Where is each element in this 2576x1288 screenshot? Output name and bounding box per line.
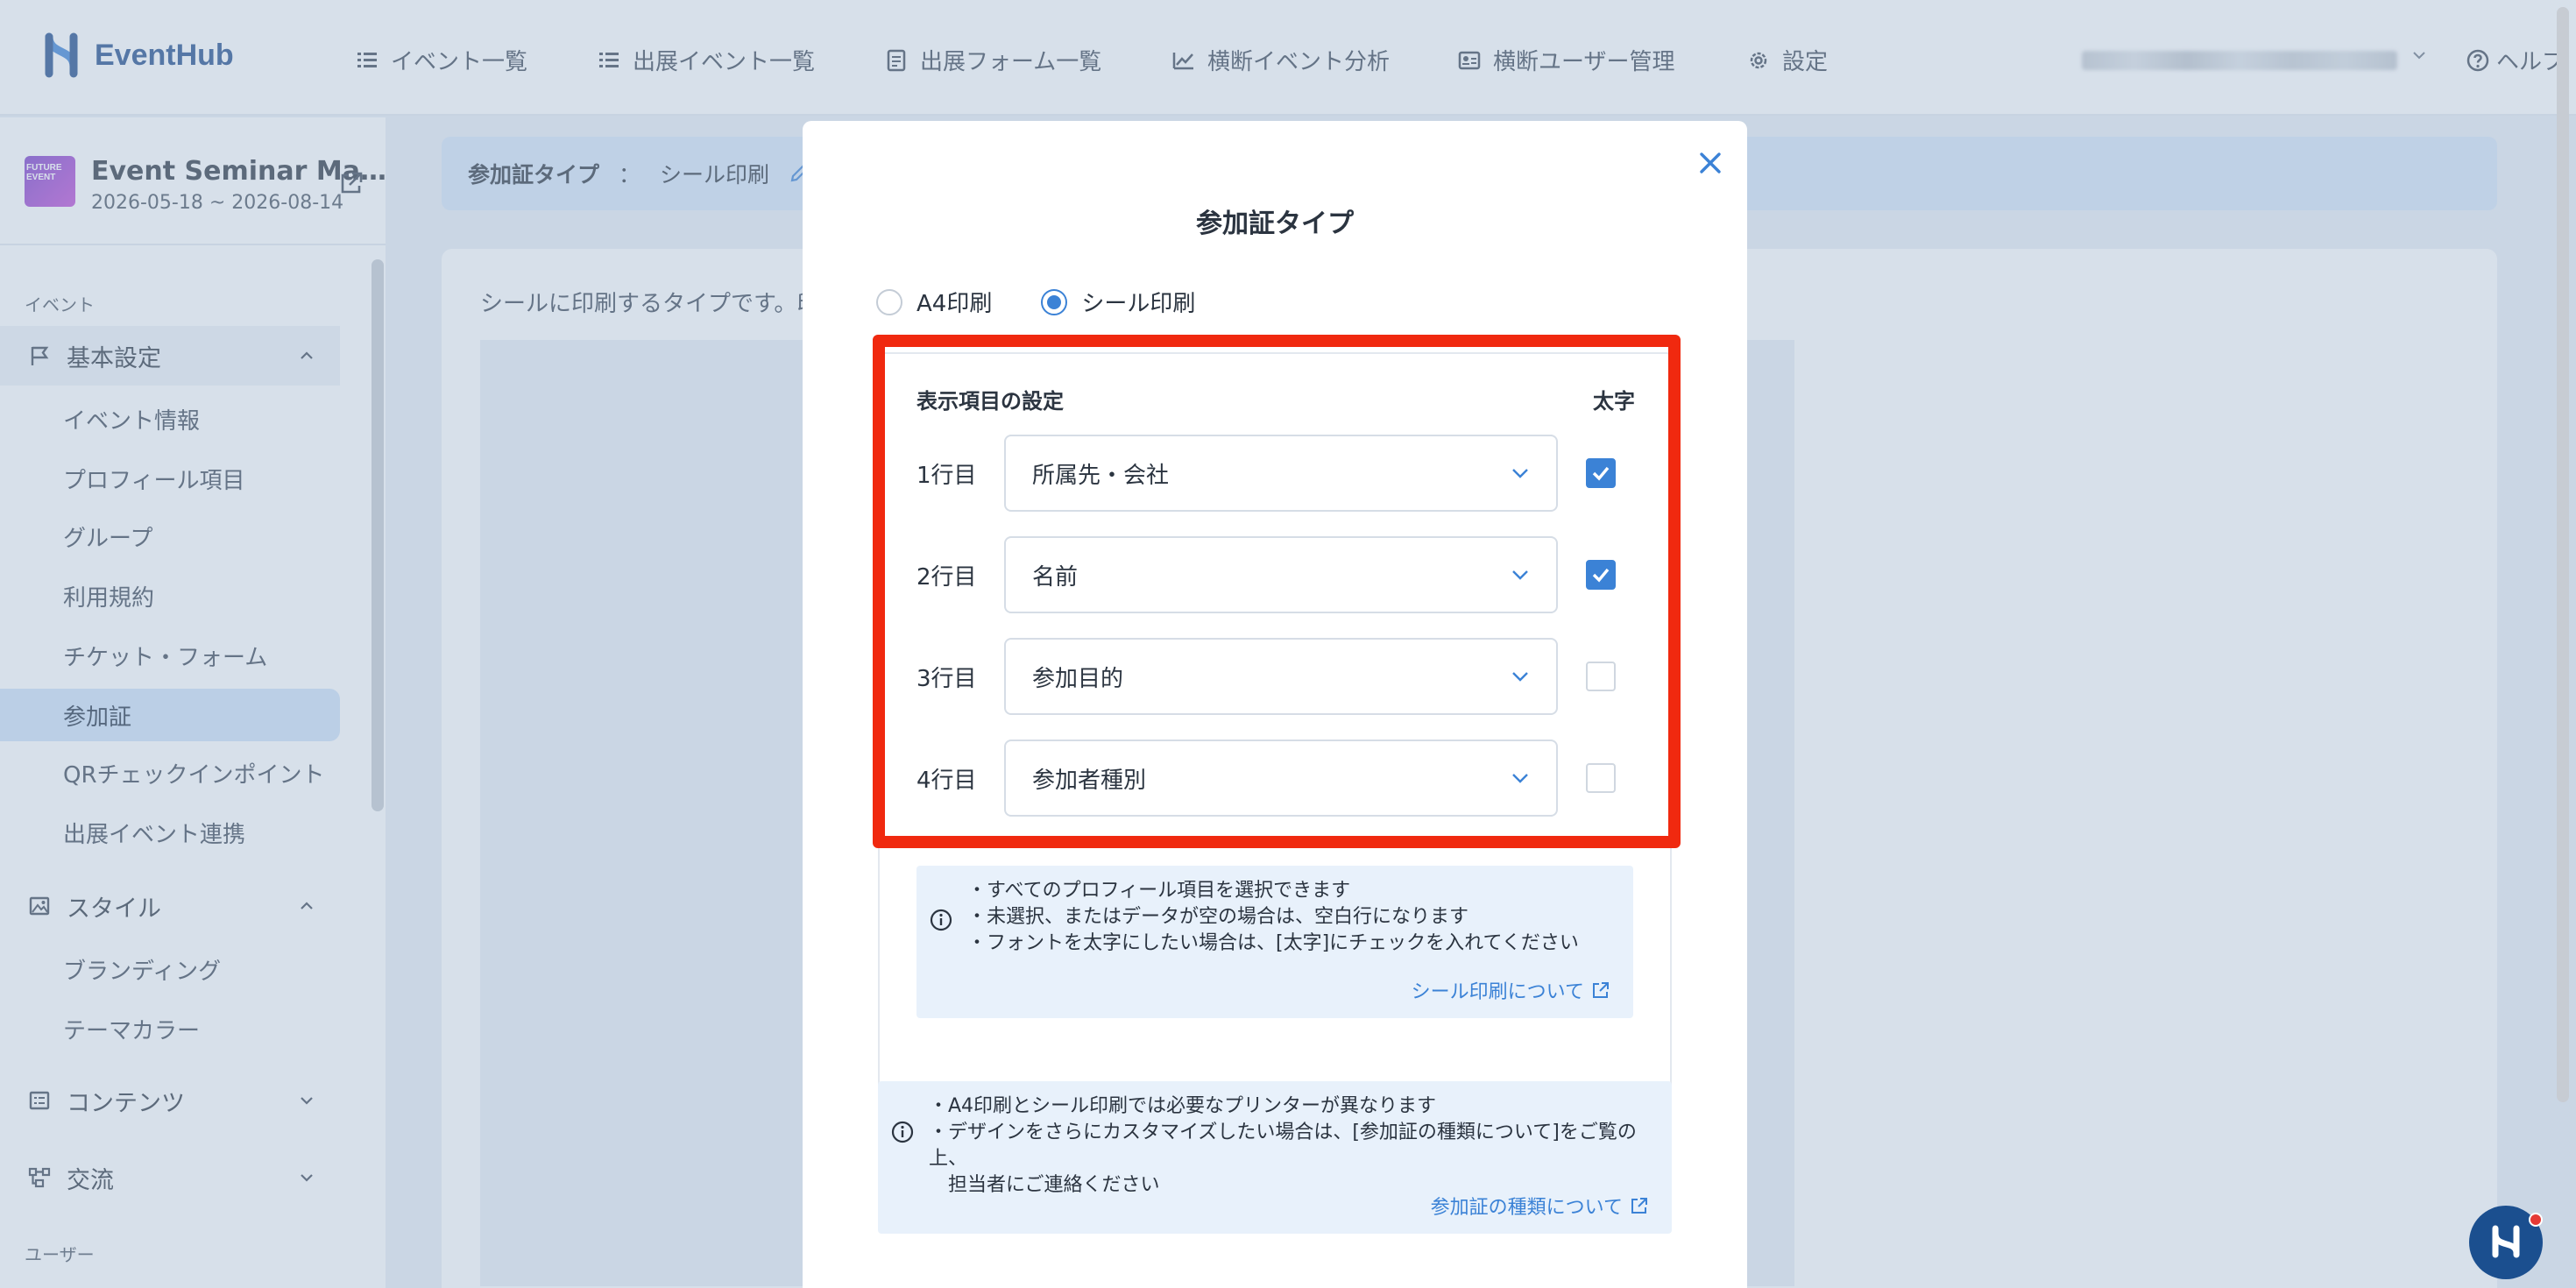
link-label: 参加証の種類について — [1430, 1197, 1623, 1219]
radio-label: シール印刷 — [1081, 291, 1196, 317]
notification-dot — [2529, 1213, 2543, 1227]
external-link-icon — [1593, 982, 1609, 998]
info-line: ・すべてのプロフィール項目を選択できます — [967, 880, 1351, 902]
link-label: シール印刷について — [1411, 981, 1584, 1003]
page-scrollbar[interactable] — [2557, 7, 2569, 1102]
seal-print-help-link[interactable]: シール印刷について — [1412, 976, 1610, 1004]
info-line: ・未選択、またはデータが空の場合は、空白行になります — [967, 906, 1469, 928]
note-line: ・A4印刷とシール印刷では必要なプリンターが異なります — [929, 1095, 1437, 1117]
red-highlight-box — [873, 335, 1681, 848]
radio-a4-print[interactable]: A4印刷 — [876, 286, 992, 318]
info-line: ・フォントを太字にしたい場合は、[太字]にチェックを入れてください — [967, 932, 1579, 954]
seal-print-info-text: ・すべてのプロフィール項目を選択できます ・未選択、またはデータが空の場合は、空… — [967, 878, 1579, 957]
radio-seal-print[interactable]: シール印刷 — [1041, 286, 1195, 318]
print-type-radio-group: A4印刷 シール印刷 — [876, 286, 1195, 318]
radio-circle[interactable] — [876, 288, 902, 315]
close-icon[interactable] — [1693, 145, 1728, 180]
radio-label: A4印刷 — [916, 291, 993, 317]
badge-kinds-help-link[interactable]: 参加証の種類について — [1431, 1192, 1649, 1220]
info-icon — [891, 1121, 914, 1143]
seal-print-info-box: ・すべてのプロフィール項目を選択できます ・未選択、またはデータが空の場合は、空… — [916, 866, 1633, 1018]
note-line: ・デザインをさらにカスタマイズしたい場合は、[参加証の種類について]をご覧の上、 — [929, 1122, 1637, 1170]
modal-title: 参加証タイプ — [1196, 209, 1354, 239]
badge-type-note-text: ・A4印刷とシール印刷では必要なプリンターが異なります ・デザインをさらにカスタ… — [929, 1093, 1672, 1199]
badge-type-note-box: ・A4印刷とシール印刷では必要なプリンターが異なります ・デザインをさらにカスタ… — [878, 1081, 1672, 1234]
external-link-icon — [1631, 1198, 1647, 1214]
radio-circle-selected[interactable] — [1041, 288, 1068, 315]
info-icon — [930, 909, 952, 931]
